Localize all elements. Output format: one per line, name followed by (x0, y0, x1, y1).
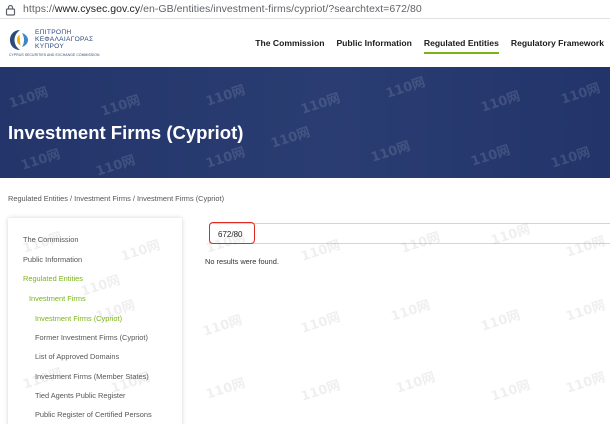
lock-icon (5, 3, 17, 16)
cysec-emblem-icon (10, 30, 28, 50)
watermark: 110网 (269, 125, 313, 152)
breadcrumb[interactable]: Regulated Entities / Investment Firms / … (8, 194, 224, 203)
watermark: 110网 (299, 378, 343, 405)
watermark: 110网 (7, 85, 51, 112)
hero-banner: Investment Firms (Cypriot) 110网 110网 110… (0, 67, 610, 178)
nav-regulated-entities[interactable]: Regulated Entities (423, 38, 499, 54)
watermark: 110网 (204, 376, 248, 403)
watermark: 110网 (299, 310, 343, 337)
nav-the-commission[interactable]: The Commission (255, 38, 324, 54)
url-protocol: https:// (23, 3, 55, 15)
watermark: 110网 (389, 298, 433, 325)
watermark: 110网 (469, 143, 513, 170)
sidebar-item-the-commission[interactable]: The Commission (23, 235, 78, 244)
sidebar-item-tied-agents-register[interactable]: Tied Agents Public Register (35, 391, 126, 400)
watermark: 110网 (479, 89, 523, 116)
watermark: 110网 (94, 153, 138, 178)
url-host: www.cysec.gov.cy (54, 3, 141, 15)
sidebar-item-certified-persons-register[interactable]: Public Register of Certified Persons (35, 410, 152, 419)
watermark: 110网 (204, 83, 248, 110)
watermark: 110网 (19, 147, 63, 174)
no-results-message: No results were found. (205, 257, 279, 266)
sidebar-item-investment-firms-cypriot[interactable]: Investment Firms (Cypriot) (35, 314, 122, 323)
watermark: 110网 (201, 313, 245, 340)
sidebar-item-former-investment-firms[interactable]: Former Investment Firms (Cypriot) (35, 333, 148, 342)
watermark: 110网 (549, 145, 593, 172)
watermark: 110网 (99, 93, 143, 120)
page: https://www.cysec.gov.cy/en-GB/entities/… (0, 0, 610, 424)
sidebar-item-public-information[interactable]: Public Information (23, 255, 82, 264)
watermark: 110网 (394, 370, 438, 397)
watermark: 110网 (204, 145, 248, 172)
main-navigation: The Commission Public Information Regula… (255, 38, 610, 54)
url-path: /en-GB/entities/investment-firms/cypriot… (140, 3, 422, 15)
watermark: 110网 (564, 298, 608, 325)
logo-english-name: CYPRUS SECURITIES AND EXCHANGE COMMISSIO… (9, 53, 100, 57)
page-title: Investment Firms (Cypriot) (8, 122, 244, 143)
watermark: 110网 (479, 308, 523, 335)
logo-line-2: ΚΕΦΑΛΑΙΑΓΟΡΑΣ (35, 36, 94, 43)
sidebar-menu: The Commission Public Information Regula… (8, 218, 182, 424)
watermark: 110网 (559, 81, 603, 108)
nav-public-information[interactable]: Public Information (336, 38, 411, 54)
url-text[interactable]: https://www.cysec.gov.cy/en-GB/entities/… (23, 3, 422, 15)
search-box (209, 223, 610, 244)
watermark: 110网 (299, 91, 343, 118)
sidebar-item-investment-firms[interactable]: Investment Firms (29, 294, 86, 303)
watermark: 110网 (489, 378, 533, 405)
annotation-highlight-box (209, 222, 255, 244)
watermark: 110网 (564, 370, 608, 397)
sidebar-item-regulated-entities[interactable]: Regulated Entities (23, 274, 83, 283)
sidebar-item-approved-domains[interactable]: List of Approved Domains (35, 352, 119, 361)
site-header: ΕΠΙΤΡΟΠΗ ΚΕΦΑΛΑΙΑΓΟΡΑΣ ΚΥΠΡΟΥ CYPRUS SEC… (0, 19, 610, 67)
sidebar-item-investment-firms-member-states[interactable]: Investment Firms (Member States) (35, 372, 149, 381)
nav-regulatory-framework[interactable]: Regulatory Framework (511, 38, 604, 54)
logo-line-3: ΚΥΠΡΟΥ (35, 43, 65, 50)
logo-line-1: ΕΠΙΤΡΟΠΗ (35, 29, 72, 36)
watermark: 110网 (384, 75, 428, 102)
watermark: 110网 (369, 139, 413, 166)
browser-address-bar[interactable]: https://www.cysec.gov.cy/en-GB/entities/… (0, 0, 610, 19)
cysec-logo[interactable]: ΕΠΙΤΡΟΠΗ ΚΕΦΑΛΑΙΑΓΟΡΑΣ ΚΥΠΡΟΥ CYPRUS SEC… (8, 26, 100, 60)
